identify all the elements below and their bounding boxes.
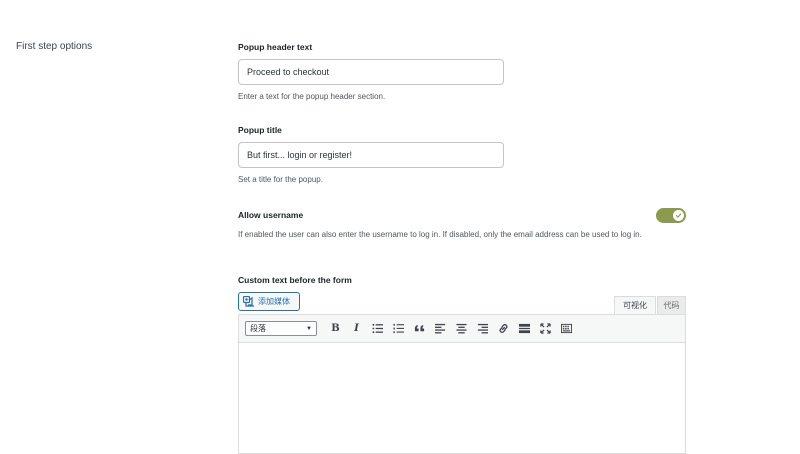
numbered-list-button[interactable] — [388, 320, 409, 338]
popup-title-description: Set a title for the popup. — [238, 175, 323, 184]
check-icon — [675, 213, 682, 218]
popup-header-description: Enter a text for the popup header sectio… — [238, 92, 386, 101]
popup-header-input[interactable] — [238, 59, 504, 85]
link-button[interactable] — [493, 320, 514, 338]
section-title: First step options — [16, 41, 93, 52]
fullscreen-button[interactable] — [535, 320, 556, 338]
align-left-icon — [435, 323, 446, 334]
editor-toolbar: 段落 ▼ B I — [239, 315, 685, 343]
media-icon — [243, 296, 254, 307]
bold-icon: B — [331, 323, 340, 334]
italic-icon: I — [354, 323, 359, 334]
align-center-button[interactable] — [451, 320, 472, 338]
fullscreen-icon — [540, 323, 551, 334]
bullet-list-button[interactable] — [367, 320, 388, 338]
link-icon — [499, 323, 508, 334]
bullet-list-icon — [372, 323, 383, 334]
align-left-button[interactable] — [430, 320, 451, 338]
toolbar-toggle-button[interactable] — [556, 320, 577, 338]
align-center-icon — [456, 323, 467, 334]
allow-username-label: Allow username — [238, 210, 304, 220]
toolbar-toggle-icon — [561, 323, 572, 334]
popup-title-input[interactable] — [238, 142, 504, 168]
dropdown-arrow-icon: ▼ — [306, 325, 312, 332]
align-right-icon — [477, 323, 488, 334]
popup-header-label: Popup header text — [238, 42, 313, 52]
tab-code[interactable]: 代码 — [657, 296, 686, 314]
bold-button[interactable]: B — [325, 320, 346, 338]
read-more-button[interactable] — [514, 320, 535, 338]
custom-text-label: Custom text before the form — [238, 275, 352, 285]
allow-username-description: If enabled the user can also enter the u… — [238, 230, 642, 239]
align-right-button[interactable] — [472, 320, 493, 338]
add-media-label: 添加媒体 — [258, 297, 290, 306]
rich-text-editor[interactable]: 段落 ▼ B I — [238, 314, 686, 454]
editor-content-area[interactable] — [239, 343, 685, 453]
add-media-button[interactable]: 添加媒体 — [238, 292, 300, 311]
blockquote-button[interactable] — [409, 320, 430, 338]
numbered-list-icon — [393, 323, 404, 334]
read-more-icon — [519, 323, 530, 334]
toggle-knob — [673, 210, 684, 221]
tab-visual[interactable]: 可视化 — [614, 296, 656, 314]
allow-username-toggle[interactable] — [656, 208, 686, 223]
italic-button[interactable]: I — [346, 320, 367, 338]
popup-title-label: Popup title — [238, 125, 282, 135]
format-select[interactable]: 段落 ▼ — [245, 321, 317, 336]
format-select-value: 段落 — [250, 324, 266, 333]
blockquote-icon — [414, 324, 425, 332]
